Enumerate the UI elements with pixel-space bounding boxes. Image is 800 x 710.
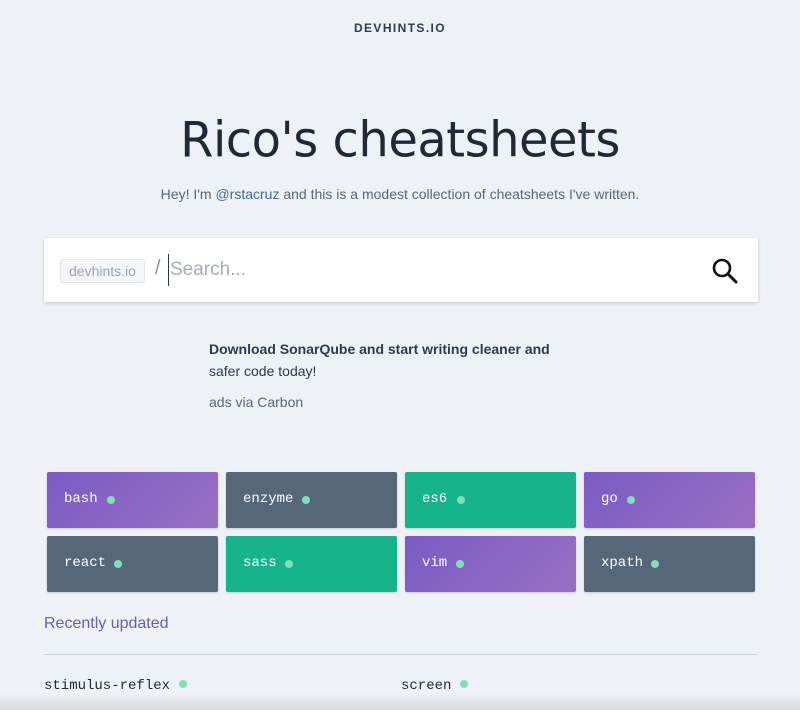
cheatsheet-tile-go[interactable]: go <box>584 472 755 528</box>
new-indicator-dot <box>460 680 469 688</box>
search-separator: / <box>155 257 161 279</box>
scroll-fade <box>0 694 800 710</box>
featured-cheatsheets: bash enzyme es6 go react sass vim xpath <box>47 472 755 592</box>
recent-item[interactable]: stimulus-reflex <box>44 678 188 694</box>
site-brand[interactable]: DEVHINTS.IO <box>0 21 800 35</box>
tagline: Hey! I'm @rstacruz and this is a modest … <box>0 186 800 202</box>
new-indicator-dot <box>114 560 122 568</box>
cheatsheet-tile-bash[interactable]: bash <box>47 472 218 528</box>
tile-label: go <box>601 491 618 507</box>
cheatsheet-tile-react[interactable]: react <box>47 536 218 592</box>
tagline-intro: Hey! I'm <box>160 186 216 202</box>
section-divider <box>44 654 758 655</box>
cheatsheet-tile-enzyme[interactable]: enzyme <box>226 472 397 528</box>
tagline-rest: and this is a modest collection of cheat… <box>279 186 640 202</box>
new-indicator-dot <box>456 560 464 568</box>
tile-label: bash <box>64 491 98 507</box>
new-indicator-dot <box>302 496 310 504</box>
tile-label: es6 <box>422 491 448 507</box>
ad-headline[interactable]: Download SonarQube and start writing cle… <box>209 338 589 360</box>
search-box: devhints.io / <box>44 238 758 302</box>
recent-item-label: screen <box>401 678 452 694</box>
recent-item-label: stimulus-reflex <box>44 678 171 694</box>
cheatsheet-tile-xpath[interactable]: xpath <box>584 536 755 592</box>
page-title: Rico's cheatsheets <box>180 111 620 169</box>
recent-item[interactable]: screen <box>401 678 469 694</box>
tile-label: vim <box>422 555 448 571</box>
tile-label: react <box>64 555 107 571</box>
new-indicator-dot <box>179 680 188 688</box>
cheatsheet-tile-vim[interactable]: vim <box>405 536 576 592</box>
recently-updated-heading: Recently updated <box>44 615 169 632</box>
new-indicator-dot <box>627 496 635 504</box>
new-indicator-dot <box>457 496 465 504</box>
new-indicator-dot <box>107 496 115 504</box>
new-indicator-dot <box>285 560 293 568</box>
ad-body[interactable]: safer code today! <box>209 360 589 382</box>
search-icon <box>712 258 738 284</box>
tile-label: enzyme <box>243 491 294 507</box>
cheatsheet-tile-sass[interactable]: sass <box>226 536 397 592</box>
ad-via-link[interactable]: ads via Carbon <box>209 394 589 410</box>
tile-label: sass <box>243 555 277 571</box>
search-button[interactable] <box>709 255 741 287</box>
author-link[interactable]: @rstacruz <box>215 186 279 202</box>
search-prefix-badge: devhints.io <box>60 259 145 283</box>
new-indicator-dot <box>651 560 659 568</box>
tile-label: xpath <box>601 555 644 571</box>
search-input[interactable] <box>168 254 688 286</box>
carbon-ad: Download SonarQube and start writing cle… <box>209 338 589 410</box>
cheatsheet-tile-es6[interactable]: es6 <box>405 472 576 528</box>
